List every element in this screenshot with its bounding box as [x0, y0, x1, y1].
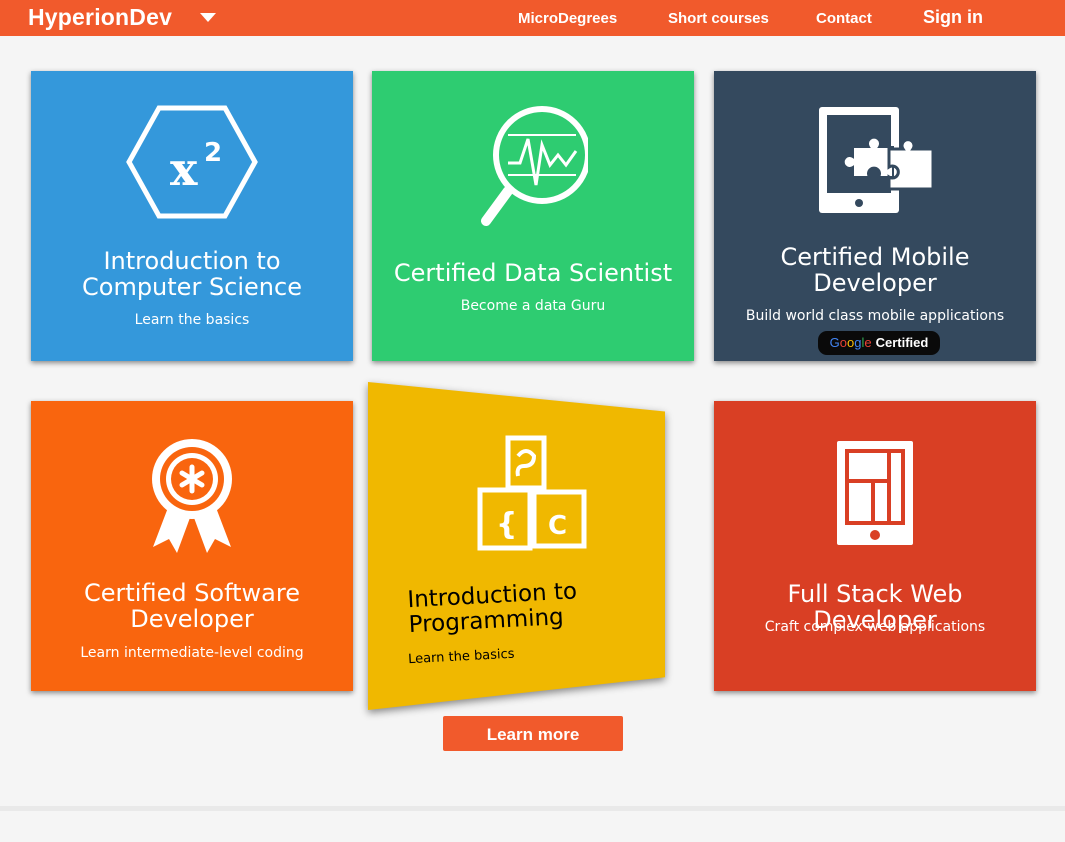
card-subtitle: Build world class mobile applications [745, 308, 1005, 324]
card-title: Introduction to Computer Science [82, 247, 302, 301]
card-subtitle: Craft complex web applications [764, 619, 986, 635]
nav-link-microdegrees[interactable]: MicroDegrees [518, 10, 617, 27]
card-subtitle: Learn the basics [134, 312, 250, 328]
card-title: Certified Software Developer [83, 579, 300, 633]
card-subtitle: Become a data Guru [460, 298, 606, 314]
footer-divider [0, 806, 1065, 811]
card-subtitle: Learn intermediate-level coding [80, 645, 304, 661]
course-card-intro-programming[interactable]: { C Introduction to Programming Learn th… [368, 382, 665, 710]
course-card-mobile-developer[interactable]: Certified Mobile Developer Build world c… [714, 71, 1036, 361]
svg-text:C: C [548, 511, 567, 541]
svg-text:x: x [170, 142, 198, 196]
card-title: Certified Data Scientist [393, 259, 673, 287]
learn-more-button[interactable]: Learn more [443, 716, 623, 751]
tablet-layout-icon [714, 401, 1036, 566]
nav-link-contact[interactable]: Contact [816, 10, 872, 27]
x-squared-hexagon-icon: x 2 [31, 71, 353, 236]
brand-logo[interactable]: HyperionDev [28, 4, 172, 31]
course-card-full-stack[interactable]: Full Stack Web Developer Craft complex w… [714, 401, 1036, 691]
google-certified-badge: Google Certified [818, 331, 940, 355]
magnifier-chart-icon [372, 71, 694, 236]
nav-link-short-courses[interactable]: Short courses [668, 10, 769, 27]
top-navbar: HyperionDev MicroDegrees Short courses C… [0, 0, 1065, 36]
course-card-intro-cs[interactable]: x 2 Introduction to Computer Science Lea… [31, 71, 353, 361]
sign-in-link[interactable]: Sign in [923, 7, 983, 28]
svg-text:2: 2 [204, 138, 222, 168]
google-logo: Google [829, 335, 872, 350]
course-card-software-developer[interactable]: Certified Software Developer Learn inter… [31, 401, 353, 691]
badge-label: Certified [875, 335, 929, 350]
award-ribbon-icon [31, 401, 353, 566]
code-blocks-icon: { C [474, 434, 590, 559]
tablet-puzzle-icon [714, 71, 1036, 236]
card-title: Certified Mobile Developer [780, 243, 970, 297]
chevron-down-icon[interactable] [200, 13, 216, 22]
svg-text:{: { [496, 507, 517, 542]
course-card-data-scientist[interactable]: Certified Data Scientist Become a data G… [372, 71, 694, 361]
